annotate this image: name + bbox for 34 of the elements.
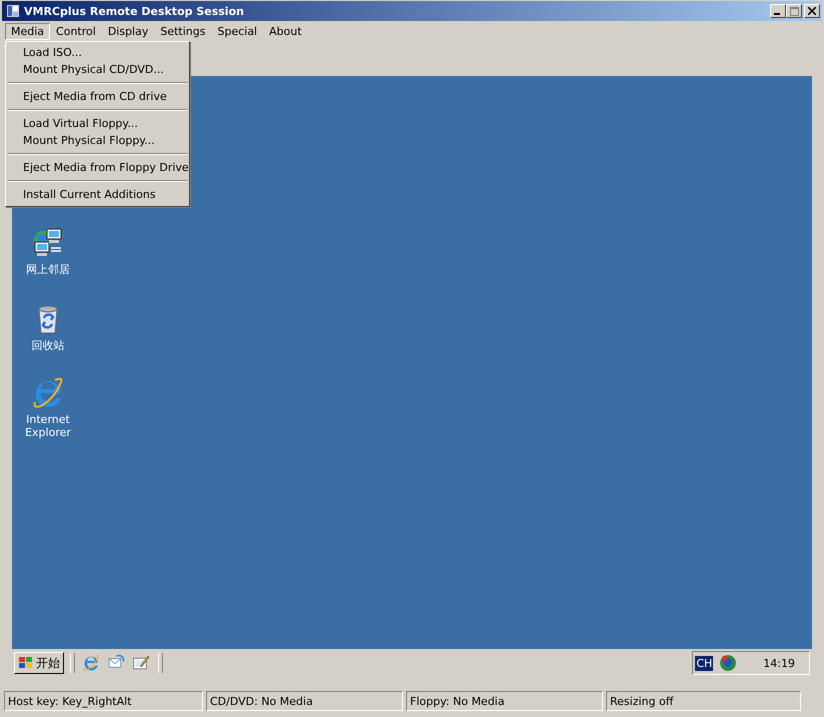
menu-item[interactable]: Special xyxy=(211,22,264,40)
app-icon xyxy=(6,4,20,18)
maximize-icon xyxy=(790,6,798,16)
menu-option[interactable]: Load Virtual Floppy... xyxy=(6,115,189,132)
menu-option[interactable]: Mount Physical CD/DVD... xyxy=(6,61,189,78)
menu-option[interactable]: Eject Media from CD drive xyxy=(6,88,189,105)
menu-item[interactable]: Media xyxy=(5,22,50,40)
close-button[interactable] xyxy=(804,4,820,18)
status-pane: Resizing off xyxy=(606,691,801,711)
menu-option[interactable]: Eject Media from Floppy Drive xyxy=(6,159,189,176)
browser-e-icon[interactable] xyxy=(31,376,65,410)
desktop-icon-label[interactable]: 网上邻居 xyxy=(26,263,70,276)
windows-flag-icon xyxy=(18,656,34,670)
close-icon xyxy=(808,7,816,15)
start-button[interactable]: 开始 xyxy=(14,652,64,674)
menu-option[interactable]: Install Current Additions xyxy=(6,186,189,203)
maximize-button[interactable] xyxy=(786,4,802,18)
menu-option[interactable]: Load ISO... xyxy=(6,44,189,61)
language-indicator[interactable]: CH xyxy=(695,656,714,670)
globe-icon[interactable] xyxy=(719,654,738,672)
menu-item[interactable]: Settings xyxy=(154,22,212,40)
status-pane: CD/DVD: No Media xyxy=(206,691,403,711)
clock: 14:19 xyxy=(763,656,795,670)
menu-option[interactable]: Mount Physical Floppy... xyxy=(6,132,189,149)
desktop-icon-label[interactable]: Internet Explorer xyxy=(18,413,78,439)
status-pane: Floppy: No Media xyxy=(406,691,603,711)
menu-item[interactable]: About xyxy=(263,22,308,40)
status-pane: Host key: Key_RightAlt xyxy=(4,691,203,711)
minimize-button[interactable] xyxy=(770,4,786,18)
desktop-pencil-icon[interactable] xyxy=(132,654,150,672)
window-title: VMRCplus Remote Desktop Session xyxy=(24,4,245,18)
desktop-icon-label[interactable]: 回收站 xyxy=(32,339,64,352)
menu-item[interactable]: Control xyxy=(50,22,102,40)
menu-item[interactable]: Display xyxy=(102,22,154,40)
